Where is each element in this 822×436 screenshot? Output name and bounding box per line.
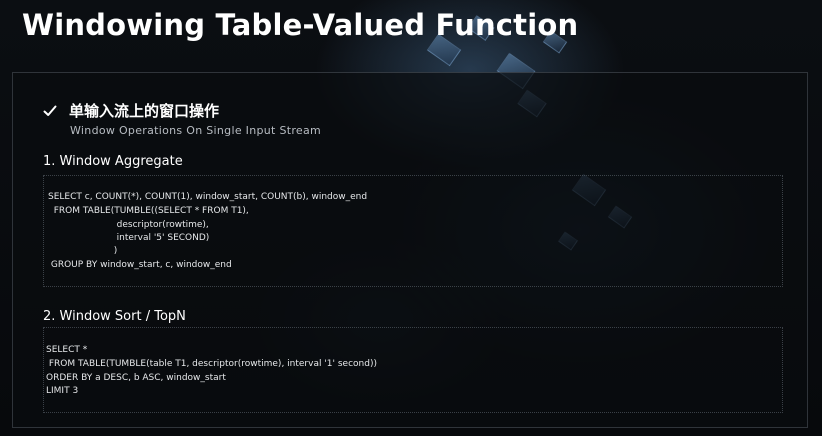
heading-title-zh: 单输入流上的窗口操作 (69, 102, 220, 120)
code-line: GROUP BY window_start, c, window_end (48, 260, 232, 270)
code-line: FROM TABLE(TUMBLE(table T1, descriptor(r… (46, 359, 377, 369)
section-title-window-sort-topn: 2. Window Sort / TopN (43, 309, 186, 324)
code-line: SELECT * (46, 345, 88, 355)
slide-title: Windowing Table-Valued Function (22, 8, 579, 42)
code-line: ORDER BY a DESC, b ASC, window_start (46, 373, 226, 383)
code-line: descriptor(rowtime), (48, 220, 209, 230)
code-line: SELECT c, COUNT(*), COUNT(1), window_sta… (48, 192, 368, 202)
content-panel: 单输入流上的窗口操作 Window Operations On Single I… (12, 72, 808, 428)
heading-title-en: Window Operations On Single Input Stream (70, 124, 322, 137)
code-line: FROM TABLE(TUMBLE((SELECT * FROM T1), (48, 206, 249, 216)
code-line: LIMIT 3 (46, 386, 79, 396)
code-line: ) (48, 246, 118, 256)
code-line: interval '5' SECOND) (48, 233, 210, 243)
section-heading: 单输入流上的窗口操作 (43, 100, 219, 121)
check-icon (43, 105, 57, 116)
section-title-window-aggregate: 1. Window Aggregate (43, 154, 183, 169)
